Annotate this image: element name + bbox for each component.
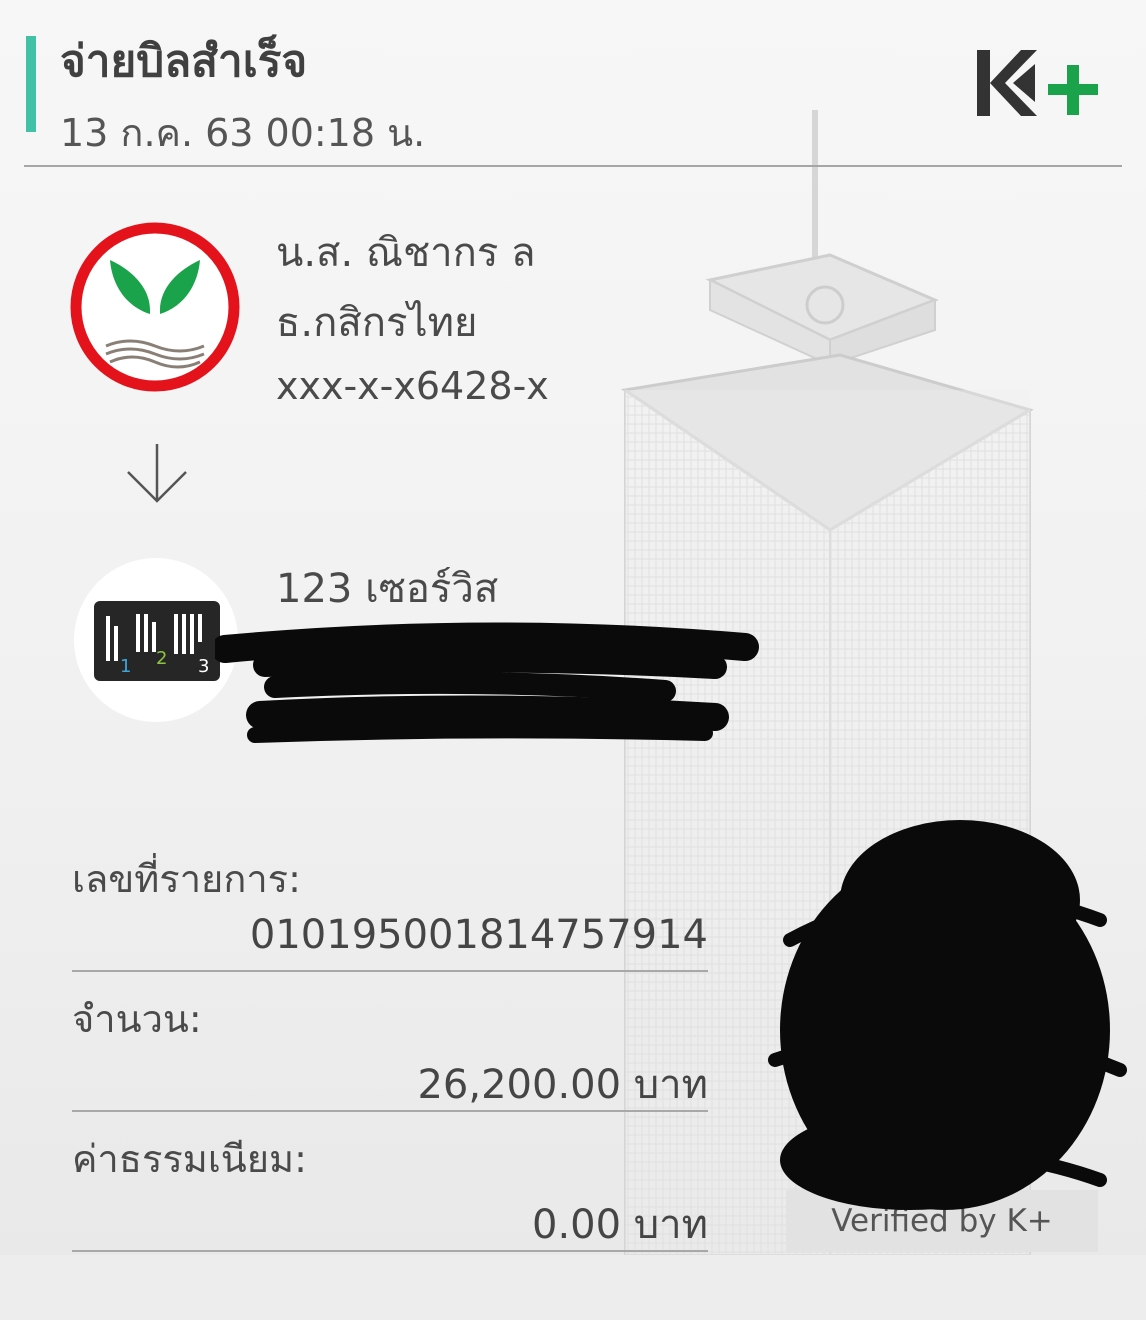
sender-bank-name: ธ.กสิกรไทย: [276, 300, 478, 346]
svg-text:2: 2: [156, 648, 167, 669]
fee-label: ค่าธรรมเนียม:: [72, 1137, 307, 1181]
header-divider: [24, 165, 1122, 167]
transaction-datetime: 13 ก.ค. 63 00:18 น.: [60, 111, 426, 155]
redaction-scribble: [215, 622, 759, 743]
fee-value: 0.00 บาท: [532, 1202, 708, 1248]
qr-code-redaction-scribble: [768, 820, 1127, 1210]
page-title: จ่ายบิลสำเร็จ: [60, 36, 308, 87]
biller-name: 123 เซอร์วิส: [276, 566, 499, 612]
amount-label: จำนวน:: [72, 997, 202, 1041]
divider: [72, 1250, 708, 1252]
amount-value: 26,200.00 บาท: [417, 1062, 708, 1108]
payment-slip: จ่ายบิลสำเร็จ 13 ก.ค. 63 00:18 น. น.ส. ณ…: [0, 0, 1146, 1255]
svg-text:3: 3: [198, 656, 209, 677]
kplus-logo-icon: [977, 50, 1098, 116]
arrow-down-icon: [127, 444, 187, 503]
reference-number: 010195001814757914: [249, 912, 708, 958]
svg-text:1: 1: [120, 656, 131, 677]
divider: [72, 970, 708, 972]
divider: [72, 1110, 708, 1112]
sender-account-number: xxx-x-x6428-x: [276, 364, 549, 408]
kasikorn-bank-logo-icon: [70, 222, 240, 392]
reference-label: เลขที่รายการ:: [72, 857, 301, 901]
title-accent-bar: [26, 36, 36, 132]
bottom-band: [0, 1255, 1146, 1320]
sender-name: น.ส. ณิชากร ล: [276, 230, 536, 276]
